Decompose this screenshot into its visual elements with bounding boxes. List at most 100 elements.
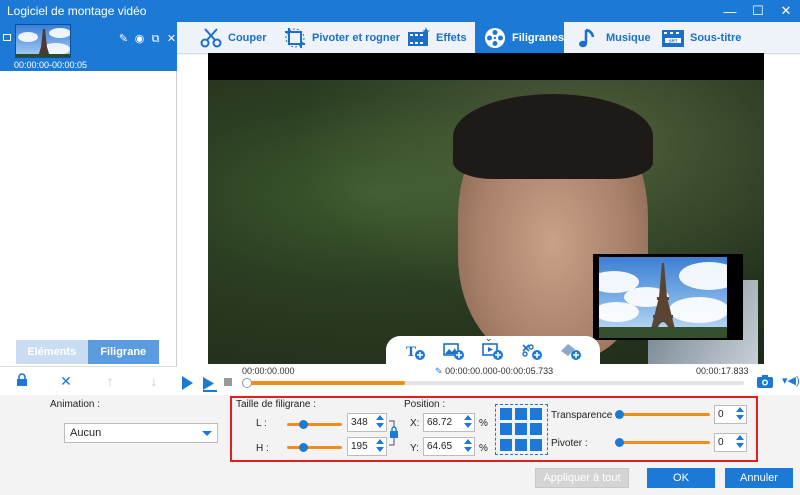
pivoter-spinner[interactable]: [736, 435, 744, 450]
left-panel: 00:00:00-00:00:05 ✎ ◉ ⧉ ✕ Eléments Filig…: [0, 22, 177, 395]
width-slider[interactable]: [287, 420, 342, 429]
alignment-grid: [500, 408, 543, 451]
width-input[interactable]: 348: [347, 413, 387, 432]
add-shape-icon[interactable]: [560, 341, 582, 361]
align-top-right[interactable]: [530, 408, 542, 420]
y-value: 64.65: [427, 441, 453, 452]
align-bottom-right[interactable]: [530, 438, 542, 451]
x-value: 68.72: [427, 417, 453, 428]
align-middle-left[interactable]: [500, 423, 512, 436]
x-spinner[interactable]: [464, 415, 472, 430]
pivoter-slider[interactable]: [615, 438, 710, 447]
add-video-icon[interactable]: [482, 341, 504, 361]
move-down-icon[interactable]: ↓: [132, 373, 176, 389]
add-text-icon[interactable]: T: [404, 341, 426, 361]
height-input[interactable]: 195: [347, 437, 387, 456]
ok-button[interactable]: OK: [647, 468, 715, 488]
height-spinner[interactable]: [376, 439, 384, 454]
timeline-start-time: 00:00:00.000: [242, 366, 295, 376]
eiffel-tower-icon: [599, 263, 727, 338]
animation-value: Aucun: [70, 427, 102, 439]
align-top-left[interactable]: [500, 408, 512, 420]
pencil-small-icon: ✎: [435, 366, 443, 376]
animation-label: Animation :: [50, 399, 101, 410]
remove-icon[interactable]: ✕: [44, 373, 88, 390]
tab-filigranes-label: Filigranes: [512, 32, 564, 44]
play-button[interactable]: [182, 376, 193, 390]
x-label: X:: [410, 418, 420, 429]
scissors-icon: [200, 28, 222, 48]
film-reel-icon: [485, 28, 505, 48]
align-top-center[interactable]: [515, 408, 527, 420]
film-effects-icon: [408, 27, 430, 46]
volume-icon[interactable]: ▾◀): [782, 374, 800, 387]
tab-elements[interactable]: Eléments: [16, 340, 88, 364]
timeline-bar: 00:00:00.000 ✎ 00:00:00.000-00:00:05.733…: [177, 364, 800, 395]
play-segment-button[interactable]: [202, 376, 218, 392]
clip-item[interactable]: 00:00:00-00:00:05 ✎ ◉ ⧉ ✕: [0, 22, 177, 71]
x-input[interactable]: 68.72: [423, 413, 475, 432]
left-tabs: Eléments Filigrane: [16, 340, 159, 364]
width-spinner[interactable]: [376, 415, 384, 430]
snapshot-camera-icon[interactable]: [756, 374, 774, 388]
lock-icon[interactable]: [0, 373, 44, 389]
height-slider[interactable]: [287, 443, 342, 452]
lock-ratio-icon[interactable]: [388, 419, 400, 447]
add-effect-icon[interactable]: [521, 341, 543, 361]
music-note-icon: [579, 28, 595, 48]
tab-pivoter-rogner[interactable]: Pivoter et rogner: [283, 22, 400, 54]
add-image-icon[interactable]: [443, 341, 465, 361]
settings-panel: Animation : Aucun Taille de filigrane : …: [0, 395, 800, 495]
x-unit: %: [479, 418, 488, 429]
watermark-image[interactable]: [593, 254, 743, 340]
align-middle-right[interactable]: [530, 423, 542, 436]
align-bottom-left[interactable]: [500, 438, 512, 451]
minimize-button[interactable]: —: [716, 0, 744, 22]
align-bottom-center[interactable]: [515, 438, 527, 451]
pivoter-label: Pivoter :: [551, 438, 588, 449]
tab-effets[interactable]: Effets: [407, 22, 467, 54]
eye-icon[interactable]: ◉: [133, 33, 146, 46]
maximize-button[interactable]: ☐: [744, 0, 772, 22]
transparence-input[interactable]: 0: [714, 405, 747, 424]
tab-couper[interactable]: Couper: [199, 22, 267, 54]
tab-sous-titre[interactable]: SRT Sous-titre: [661, 22, 741, 54]
animation-select[interactable]: Aucun: [64, 423, 218, 443]
timeline-track[interactable]: [242, 378, 744, 388]
dropdown-arrow-icon: [202, 431, 212, 436]
clip-thumbnail[interactable]: [15, 24, 71, 58]
y-unit: %: [479, 443, 488, 454]
transparence-spinner[interactable]: [736, 407, 744, 422]
timeline-handle[interactable]: [242, 378, 252, 388]
pivoter-value: 0: [718, 437, 724, 448]
edit-toolbar: Couper Pivoter et rogner Effets Filigran…: [177, 22, 800, 54]
tab-musique[interactable]: Musique: [577, 22, 651, 54]
position-label: Position :: [404, 399, 446, 410]
height-value: 195: [351, 441, 368, 452]
width-value: 348: [351, 417, 368, 428]
chevron-down-icon[interactable]: ⌄: [485, 333, 493, 344]
tab-couper-label: Couper: [228, 32, 267, 44]
transparence-slider[interactable]: [615, 410, 710, 419]
move-up-icon[interactable]: ↑: [88, 373, 132, 389]
y-spinner[interactable]: [464, 439, 472, 454]
height-label: H :: [256, 443, 269, 454]
video-icon: [3, 34, 11, 41]
tab-effets-label: Effets: [436, 32, 467, 44]
pencil-icon[interactable]: ✎: [117, 33, 130, 46]
svg-text:SRT: SRT: [669, 38, 678, 43]
copy-icon[interactable]: ⧉: [149, 33, 162, 46]
tab-filigranes[interactable]: Filigranes: [475, 22, 564, 54]
close-button[interactable]: ✕: [772, 0, 800, 22]
pivoter-input[interactable]: 0: [714, 433, 747, 452]
timeline-range[interactable]: ✎ 00:00:00.000-00:00:05.733: [435, 366, 553, 377]
cancel-button[interactable]: Annuler: [725, 468, 793, 488]
align-center[interactable]: [515, 423, 527, 436]
apply-all-button[interactable]: Appliquer à tout: [535, 468, 629, 488]
transparence-label: Transparence :: [551, 410, 618, 421]
window-title: Logiciel de montage vidéo: [7, 4, 147, 18]
y-input[interactable]: 64.65: [423, 437, 475, 456]
stop-button[interactable]: [224, 378, 232, 386]
tab-filigrane[interactable]: Filigrane: [87, 340, 159, 364]
subtitle-icon: SRT: [662, 30, 684, 47]
